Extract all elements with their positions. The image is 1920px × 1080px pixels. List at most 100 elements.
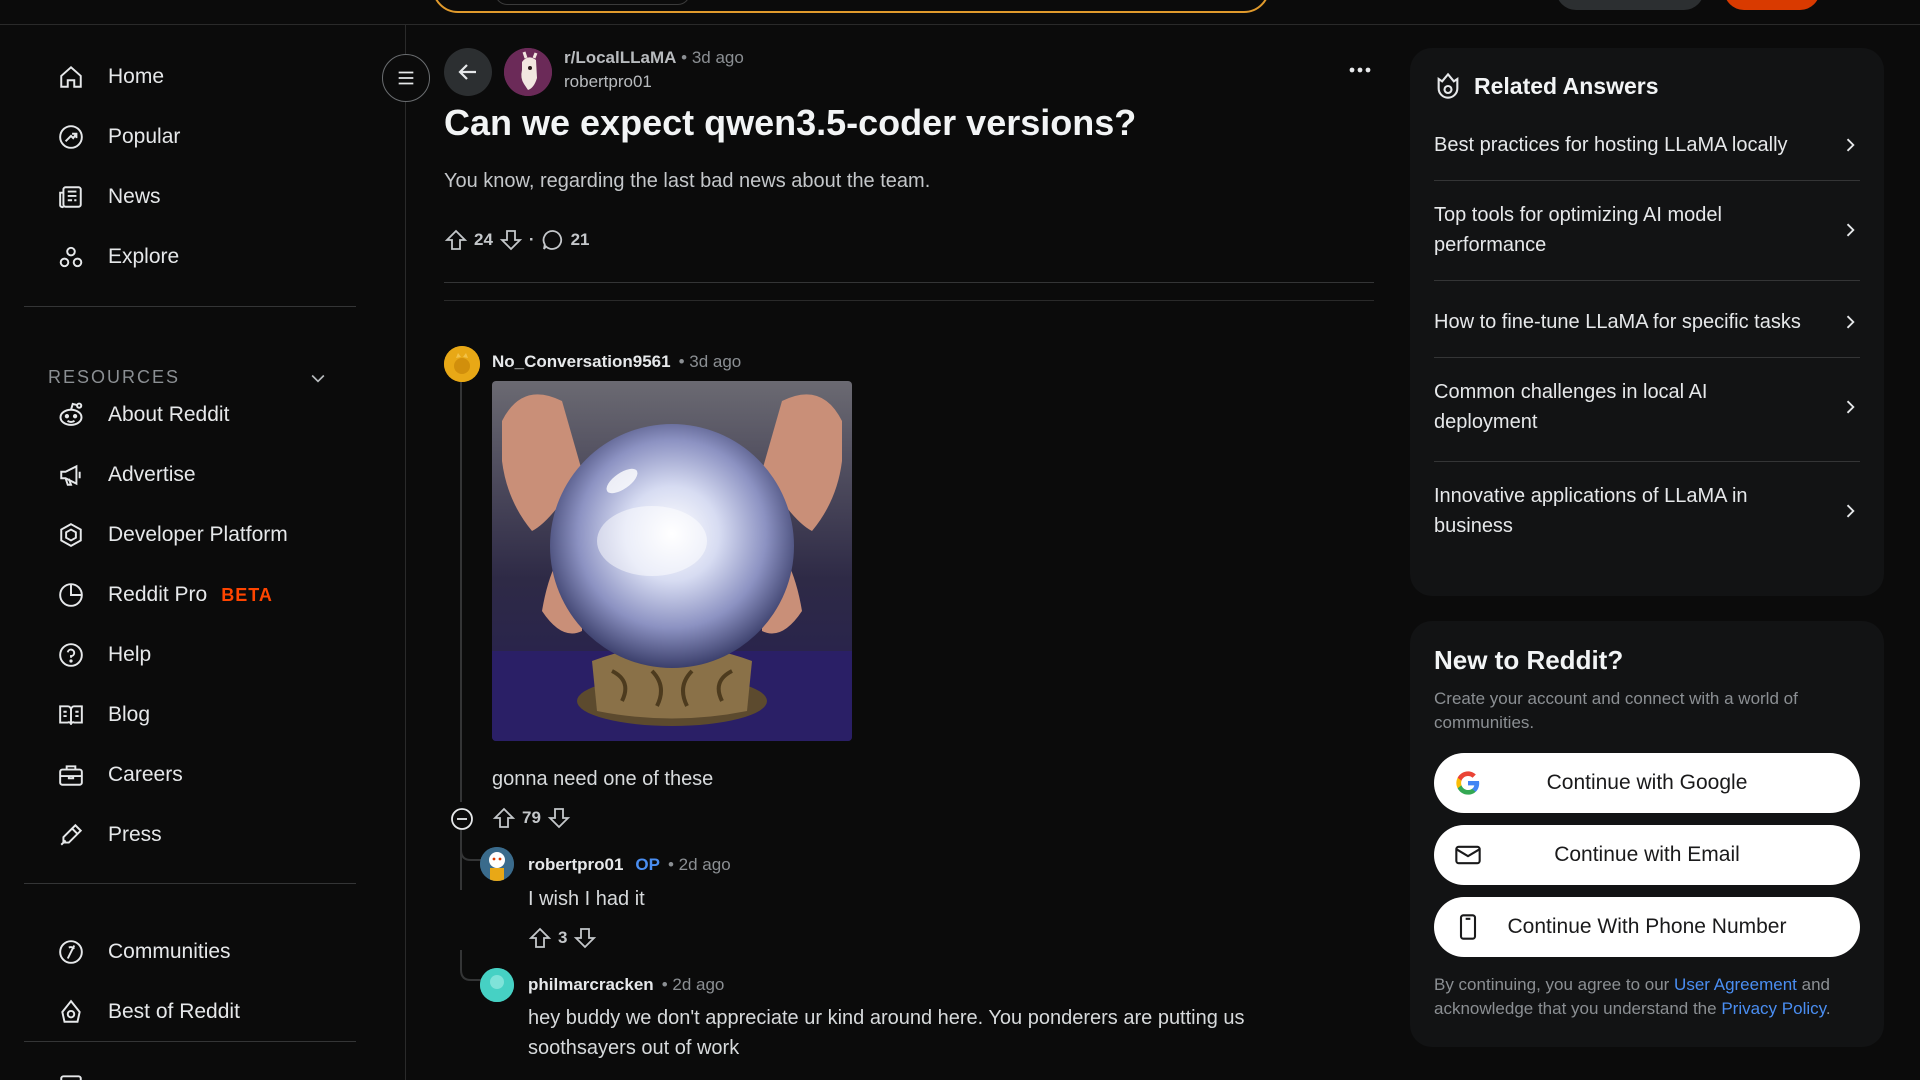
comment-image-crystal-ball[interactable] (492, 381, 852, 741)
popular-icon (56, 122, 86, 152)
sidebar-item-popular[interactable]: Popular (56, 117, 180, 157)
chevron-down-icon (308, 368, 328, 388)
related-answer-item[interactable]: Top tools for optimizing AI model perfor… (1434, 200, 1860, 260)
avatar[interactable] (444, 346, 480, 382)
chevron-right-icon (1840, 397, 1860, 417)
sidebar-item-label: Reddit Pro (108, 583, 208, 606)
comment-vote: 79 (492, 805, 571, 831)
related-answer-label: Common challenges in local AI deployment (1434, 381, 1708, 433)
post-author[interactable]: robertpro01 (564, 72, 652, 92)
comment-icon[interactable] (541, 228, 565, 252)
megaphone-icon (56, 460, 86, 490)
resources-header[interactable]: RESOURCES (48, 367, 328, 388)
help-icon (56, 640, 86, 670)
sidebar-item-label: News (108, 185, 161, 208)
chevron-right-icon (1840, 135, 1860, 155)
comment-author-name[interactable]: No_Conversation9561 (492, 352, 671, 371)
related-answer-item[interactable]: How to fine-tune LLaMA for specific task… (1434, 307, 1860, 337)
sidebar-divider (24, 883, 356, 884)
related-answers-card: Related Answers Best practices for hosti… (1410, 48, 1884, 596)
user-agreement-link[interactable]: User Agreement (1674, 975, 1797, 994)
comment-text: I wish I had it (528, 888, 645, 910)
avatar[interactable] (480, 847, 514, 881)
related-answer-label: Best practices for hosting LLaMA locally (1434, 134, 1788, 156)
search-chip[interactable] (495, 0, 690, 5)
comment-author[interactable]: robertpro01 OP • 2d ago (528, 855, 731, 875)
back-button[interactable] (444, 48, 492, 96)
subreddit-link[interactable]: r/LocalLLaMA (564, 48, 676, 67)
sidebar-item-label: Home (108, 65, 165, 88)
briefcase-icon (56, 760, 86, 790)
sidebar-item-label: Press (108, 823, 162, 846)
comment-author-name[interactable]: philmarcracken (528, 975, 654, 994)
hamburger-icon (395, 67, 417, 89)
comment-time: • 3d ago (678, 352, 742, 371)
sidebar-item-blog[interactable]: Blog (56, 695, 150, 735)
downvote-icon[interactable] (573, 926, 597, 950)
sidebar-item-about-reddit[interactable]: About Reddit (56, 395, 229, 435)
communities-icon (56, 937, 86, 967)
continue-with-google-button[interactable]: Continue with Google (1434, 753, 1860, 813)
chevron-right-icon (1840, 312, 1860, 332)
best-icon (56, 997, 86, 1027)
subreddit-avatar[interactable] (504, 48, 552, 96)
sidebar-item-developer-platform[interactable]: Developer Platform (56, 515, 288, 555)
privacy-policy-link[interactable]: Privacy Policy (1721, 999, 1826, 1018)
continue-with-phone-button[interactable]: Continue With Phone Number (1434, 897, 1860, 957)
sidebar-item-help[interactable]: Help (56, 635, 151, 675)
related-divider (1434, 280, 1860, 281)
post-meta: r/LocalLLaMA • 3d ago (564, 48, 744, 67)
chevron-right-icon (1840, 501, 1860, 521)
separator-dot: · (528, 230, 535, 249)
downvote-icon[interactable] (499, 228, 523, 252)
related-answer-item[interactable]: Innovative applications of LLaMA in busi… (1434, 481, 1860, 541)
op-badge: OP (635, 855, 660, 874)
resources-label: RESOURCES (48, 367, 181, 387)
upvote-icon[interactable] (444, 228, 468, 252)
comment-text: gonna need one of these (492, 768, 714, 790)
sidebar-item-topics[interactable] (56, 1065, 86, 1080)
google-icon (1454, 769, 1482, 797)
reply-connector (460, 836, 482, 861)
sidebar-item-explore[interactable]: Explore (56, 237, 179, 277)
reply-connector (460, 950, 482, 981)
sidebar-item-label: Advertise (108, 463, 196, 486)
sidebar-item-communities[interactable]: Communities (56, 932, 231, 972)
sidebar-item-advertise[interactable]: Advertise (56, 455, 196, 495)
beta-badge: BETA (221, 585, 273, 605)
arrow-left-icon (456, 60, 480, 84)
post-title: Can we expect qwen3.5-coder versions? (444, 102, 1137, 143)
sidebar-item-careers[interactable]: Careers (56, 755, 183, 795)
comment-author[interactable]: philmarcracken • 2d ago (528, 975, 724, 995)
ellipsis-icon (1349, 67, 1371, 73)
post-divider (444, 300, 1374, 301)
downvote-icon[interactable] (547, 806, 571, 830)
continue-with-email-button[interactable]: Continue with Email (1434, 825, 1860, 885)
menu-toggle-button[interactable] (382, 54, 430, 102)
get-app-button[interactable] (1556, 0, 1704, 10)
post-time: 3d ago (691, 48, 744, 67)
comment-count: 21 (570, 230, 590, 249)
sidebar-item-home[interactable]: Home (56, 57, 164, 97)
comment-author[interactable]: No_Conversation9561 • 3d ago (492, 352, 741, 372)
related-answer-label: How to fine-tune LLaMA for specific task… (1434, 311, 1801, 333)
upvote-icon[interactable] (492, 806, 516, 830)
sidebar-item-news[interactable]: News (56, 177, 161, 217)
sidebar-item-press[interactable]: Press (56, 815, 162, 855)
post-actions: 24 · 21 (444, 226, 590, 254)
more-options-button[interactable] (1345, 58, 1375, 82)
post-divider (444, 282, 1374, 283)
upvote-icon[interactable] (528, 926, 552, 950)
comment-author-name[interactable]: robertpro01 (528, 855, 623, 874)
sidebar-item-best-of-reddit[interactable]: Best of Reddit (56, 992, 240, 1032)
login-button[interactable] (1724, 0, 1820, 10)
legal-text: By continuing, you agree to our User Agr… (1434, 973, 1864, 1021)
related-answer-item[interactable]: Best practices for hosting LLaMA locally (1434, 130, 1860, 160)
sidebar-divider (24, 1041, 356, 1042)
related-divider (1434, 357, 1860, 358)
sidebar-item-reddit-pro[interactable]: Reddit Pro BETA (56, 575, 273, 615)
collapse-thread-button[interactable] (450, 807, 474, 831)
related-answers-title: Related Answers (1434, 72, 1659, 100)
related-answer-item[interactable]: Common challenges in local AI deployment (1434, 377, 1860, 437)
avatar[interactable] (480, 968, 514, 1002)
